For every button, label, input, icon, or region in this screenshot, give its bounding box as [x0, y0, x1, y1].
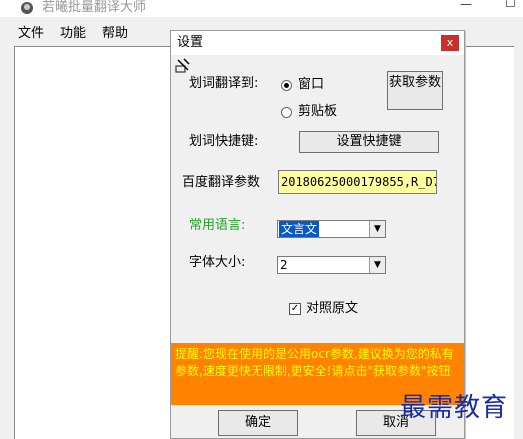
font-size-select[interactable]: 2 ▼: [277, 256, 386, 274]
common-language-label: 常用语言:: [189, 218, 246, 233]
radio-clipboard[interactable]: 剪贴板: [281, 104, 337, 120]
font-size-value: 2: [280, 258, 288, 272]
radio-clipboard-label: 剪贴板: [298, 104, 338, 119]
app-logo-icon: [21, 2, 33, 14]
menu-file[interactable]: 文件: [18, 24, 44, 44]
set-shortcut-button[interactable]: 设置快捷键: [299, 131, 439, 153]
close-button[interactable]: x: [441, 35, 459, 51]
translate-to-label: 划词翻译到:: [189, 76, 259, 91]
minimize-icon[interactable]: —: [460, 0, 476, 13]
menu-help[interactable]: 帮助: [102, 24, 128, 44]
settings-dialog: 设置 x 划词翻译到: 窗口 剪贴板 获取参数 划词快捷键: 设置快捷键 百度翻…: [170, 30, 465, 439]
pin-icon[interactable]: [175, 57, 191, 73]
common-language-select[interactable]: 文言文 ▼: [277, 220, 386, 238]
chevron-down-icon[interactable]: ▼: [369, 257, 385, 273]
radio-window-indicator[interactable]: [281, 79, 292, 91]
chevron-down-icon[interactable]: ▼: [369, 221, 385, 237]
baidu-params-label: 百度翻译参数: [182, 175, 261, 190]
baidu-params-input[interactable]: 20180625000179855,R_D7d:: [278, 170, 437, 194]
compare-original-label: 对照原文: [306, 301, 359, 316]
radio-window[interactable]: 窗口: [281, 77, 324, 93]
ok-button[interactable]: 确定: [218, 410, 298, 436]
checkbox-check-icon[interactable]: ✓: [289, 303, 301, 315]
common-language-value: 文言文: [279, 221, 320, 237]
font-size-label: 字体大小:: [189, 255, 246, 270]
dialog-titlebar[interactable]: 设置 x: [171, 31, 464, 55]
shortcut-label: 划词快捷键:: [189, 134, 259, 149]
menu-function[interactable]: 功能: [60, 24, 86, 44]
radio-clipboard-indicator[interactable]: [281, 106, 292, 118]
get-params-button[interactable]: 获取参数: [387, 71, 443, 110]
compare-original-checkbox[interactable]: ✓ 对照原文: [289, 301, 358, 317]
app-titlebar: 若曦批量翻译大师 — ☐: [0, 0, 523, 17]
radio-window-label: 窗口: [298, 77, 325, 92]
watermark-logo: 最需教育: [400, 393, 509, 423]
maximize-icon[interactable]: ☐: [505, 0, 521, 12]
app-title: 若曦批量翻译大师: [42, 0, 147, 15]
dialog-title: 设置: [177, 35, 204, 50]
